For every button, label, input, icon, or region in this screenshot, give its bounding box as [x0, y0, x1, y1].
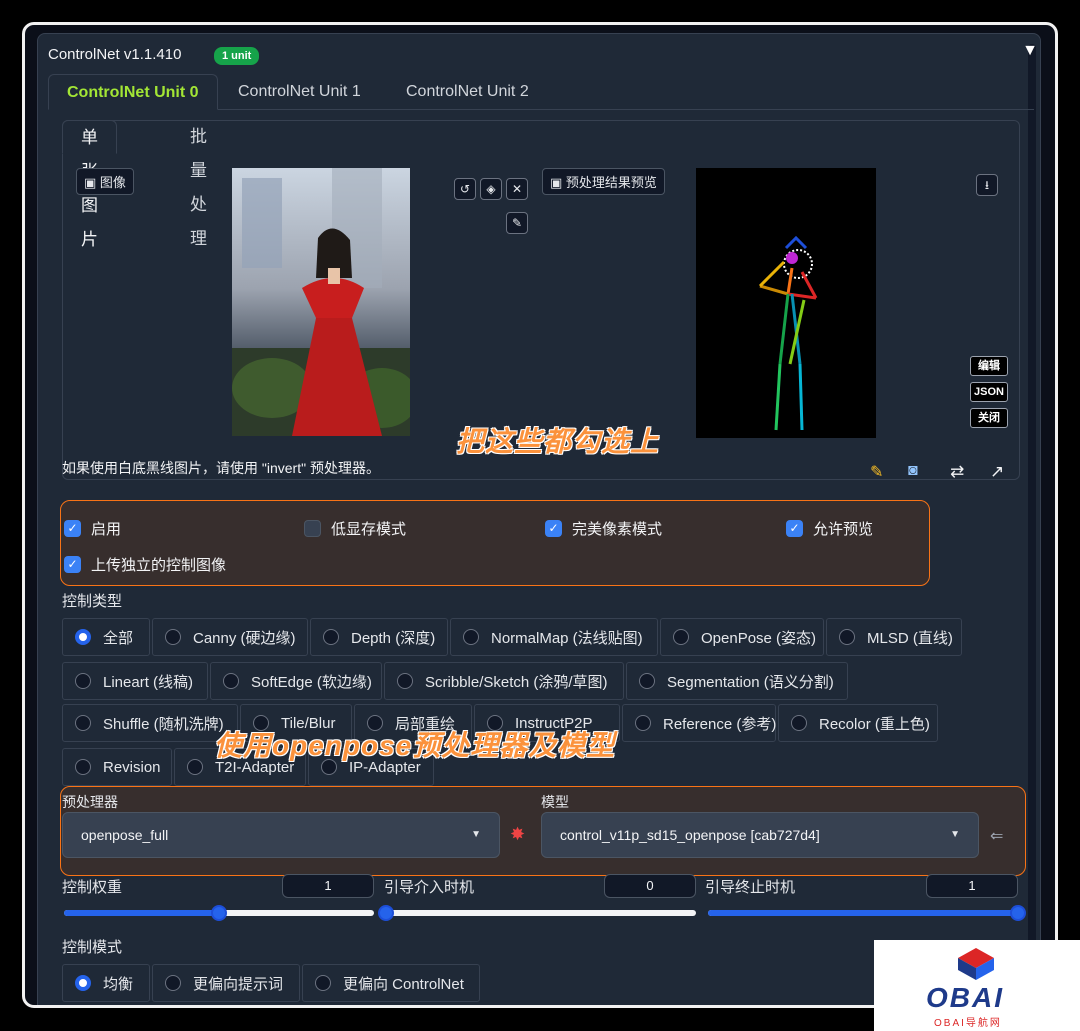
- weight-slider[interactable]: [64, 905, 374, 921]
- guidance-start-slider[interactable]: [378, 905, 696, 921]
- eraser-icon[interactable]: ◈: [480, 178, 502, 200]
- ctype-depth[interactable]: Depth (深度): [310, 618, 448, 656]
- mode-balanced[interactable]: 均衡: [62, 964, 150, 1002]
- ctype-reference[interactable]: Reference (参考): [622, 704, 776, 742]
- controlnet-panel: ControlNet v1.1.410 1 unit ▼ ControlNet …: [37, 33, 1041, 1005]
- tab-unit-0[interactable]: ControlNet Unit 0: [48, 74, 218, 110]
- chevron-down-icon: ▼: [950, 829, 960, 840]
- input-image[interactable]: [232, 168, 410, 436]
- upload-control-image-checkbox[interactable]: ✓ 上传独立的控制图像: [64, 554, 226, 575]
- scrollbar[interactable]: [1028, 44, 1036, 1004]
- mode-controlnet[interactable]: 更偏向 ControlNet: [302, 964, 480, 1002]
- ctype-lineart[interactable]: Lineart (线稿): [62, 662, 208, 700]
- image-icon: ▣: [550, 175, 563, 190]
- annotation-check-all: 把这些都勾选上: [456, 426, 660, 457]
- invert-hint: 如果使用白底黑线图片，请使用 "invert" 预处理器。: [62, 460, 380, 476]
- control-mode-label: 控制模式: [62, 939, 123, 956]
- ctype-recolor[interactable]: Recolor (重上色): [778, 704, 938, 742]
- lowvram-checkbox[interactable]: 低显存模式: [304, 518, 406, 539]
- pixel-perfect-checkbox[interactable]: ✓ 完美像素模式: [545, 518, 662, 539]
- model-label: 模型: [541, 794, 569, 810]
- close-icon[interactable]: ✕: [506, 178, 528, 200]
- ctype-softedge[interactable]: SoftEdge (软边缘): [210, 662, 382, 700]
- ctype-normalmap[interactable]: NormalMap (法线贴图): [450, 618, 658, 656]
- guidance-start-label: 引导介入时机: [384, 879, 475, 896]
- watermark-logo: OBAI OBAI导航网: [874, 940, 1080, 1031]
- tab-single-image[interactable]: 单张图片: [62, 120, 117, 249]
- brush-icon[interactable]: ✎: [506, 212, 528, 234]
- portrait-photo: [232, 168, 410, 436]
- ctype-revision[interactable]: Revision: [62, 748, 172, 786]
- ctype-all[interactable]: 全部: [62, 618, 150, 656]
- logo-text: OBAI: [926, 982, 1004, 1013]
- model-select[interactable]: control_v11p_sd15_openpose [cab727d4] ▼: [541, 812, 979, 858]
- unit-count-badge: 1 unit: [214, 47, 260, 65]
- preprocessor-select[interactable]: openpose_full ▼: [62, 812, 500, 858]
- preprocessor-label: 预处理器: [62, 794, 118, 810]
- tab-batch[interactable]: 批量处理: [172, 120, 225, 248]
- tab-unit-2[interactable]: ControlNet Unit 2: [388, 74, 547, 110]
- download-icon[interactable]: ⭳: [976, 174, 998, 196]
- pose-preview: [696, 168, 876, 438]
- annotation-use-openpose: 使用openpose预处理器及模型: [214, 730, 616, 761]
- camera-icon[interactable]: ◙: [908, 462, 918, 480]
- guidance-end-slider[interactable]: [708, 905, 1026, 921]
- tab-unit-1[interactable]: ControlNet Unit 1: [220, 74, 379, 110]
- ctype-scribble[interactable]: Scribble/Sketch (涂鸦/草图): [384, 662, 624, 700]
- guidance-end-input[interactable]: 1: [926, 874, 1018, 898]
- chevron-down-icon: ▼: [471, 829, 481, 840]
- ctype-mlsd[interactable]: MLSD (直线): [826, 618, 962, 656]
- screenshot-frame: ControlNet v1.1.410 1 unit ▼ ControlNet …: [22, 22, 1058, 1008]
- json-button[interactable]: JSON: [970, 382, 1008, 402]
- ctype-shuffle[interactable]: Shuffle (随机洗牌): [62, 704, 238, 742]
- notes-icon[interactable]: ✎: [870, 462, 883, 482]
- edit-button[interactable]: 编辑: [970, 356, 1008, 376]
- send-icon[interactable]: ↗: [990, 462, 1004, 482]
- weight-input[interactable]: 1: [282, 874, 374, 898]
- preview-label: ▣ 预处理结果预览: [542, 168, 665, 195]
- run-preprocessor-icon[interactable]: ✸: [510, 824, 525, 845]
- allow-preview-checkbox[interactable]: ✓ 允许预览: [786, 518, 873, 539]
- cube-logo-icon: [958, 948, 994, 980]
- panel-title: ControlNet v1.1.410: [48, 46, 182, 63]
- ctype-openpose[interactable]: OpenPose (姿态): [660, 618, 824, 656]
- guidance-start-input[interactable]: 0: [604, 874, 696, 898]
- mode-prompt[interactable]: 更偏向提示词: [152, 964, 300, 1002]
- control-type-label: 控制类型: [62, 593, 123, 610]
- unit-tabs: ControlNet Unit 0 ControlNet Unit 1 Cont…: [48, 74, 1034, 110]
- weight-label: 控制权重: [62, 879, 123, 896]
- swap-icon[interactable]: ⇄: [950, 462, 964, 482]
- openpose-skeleton: [758, 235, 818, 431]
- enable-checkbox[interactable]: ✓ 启用: [64, 518, 121, 539]
- ctype-canny[interactable]: Canny (硬边缘): [152, 618, 308, 656]
- image-icon: ▣: [84, 175, 97, 190]
- close-preview-button[interactable]: 关闭: [970, 408, 1008, 428]
- undo-icon[interactable]: ↺: [454, 178, 476, 200]
- collapse-icon[interactable]: ▼: [1022, 42, 1038, 60]
- logo-subtext: OBAI导航网: [934, 1018, 1002, 1029]
- refresh-models-icon[interactable]: ⇐: [990, 826, 1003, 846]
- image-input-label: ▣ 图像: [76, 168, 134, 195]
- ctype-segmentation[interactable]: Segmentation (语义分割): [626, 662, 848, 700]
- guidance-end-label: 引导终止时机: [705, 879, 796, 896]
